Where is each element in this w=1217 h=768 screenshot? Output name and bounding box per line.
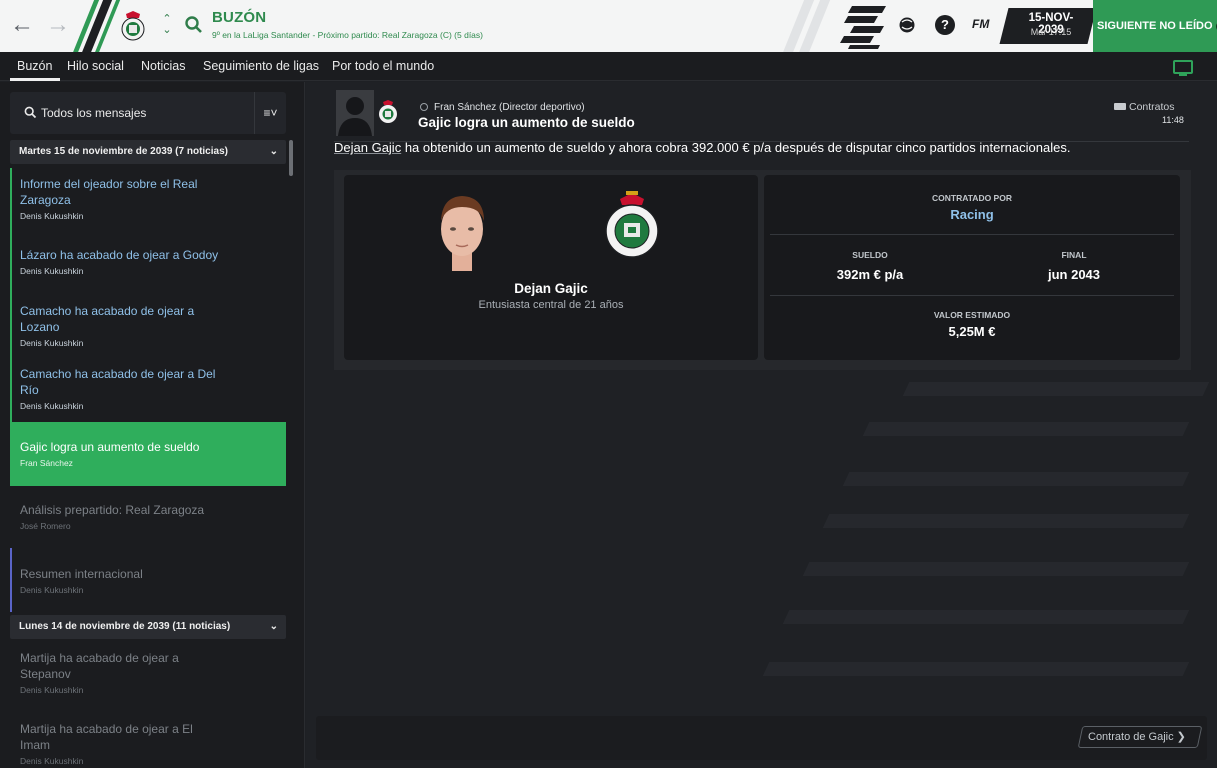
next-unread-button[interactable]: SIGUIENTE NO LEÍDO❯ [1093,0,1217,52]
message-view: Fran Sánchez (Director deportivo) Gajic … [306,82,1217,768]
message-time: 11:48 [1162,115,1184,125]
action-bar: Contrato de Gajic ❯ [316,716,1207,760]
player-description: Entusiasta central de 21 años [478,299,624,311]
decor-stripe [822,514,1190,528]
message-item[interactable]: Camacho ha acabado de ojear a Lozano Den… [10,295,286,357]
tag-icon [1114,103,1126,110]
message-item[interactable]: Martija ha acabado de ojear a El Imam De… [10,713,286,766]
message-title: Lázaro ha acabado de ojear a Godoy [20,248,219,262]
back-arrow-icon[interactable]: ← [10,12,36,38]
message-author: Denis Kukushkin [20,585,84,595]
message-item[interactable]: Resumen internacional Denis Kukushkin [10,558,286,612]
message-category: Contratos [1114,101,1175,113]
tab-inbox[interactable]: Buzón [17,59,52,73]
current-time: Mar 17:15 [1030,27,1072,37]
message-body: Dejan Gajic ha obtenido un aumento de su… [334,140,1071,155]
search-icon[interactable] [184,14,204,36]
player-panel[interactable]: Dejan Gajic Entusiasta central de 21 año… [344,175,758,360]
decor-stripe [862,422,1190,436]
message-item[interactable]: Análisis prepartido: Real Zaragoza José … [10,494,286,548]
message-item-selected[interactable]: Gajic logra un aumento de sueldo Fran Sá… [10,422,286,486]
tab-league-tracking[interactable]: Seguimiento de ligas [203,59,319,73]
page-subtitle: 9º en la LaLiga Santander - Próximo part… [212,30,483,40]
message-title: Análisis prepartido: Real Zaragoza [20,503,205,517]
date-group-header[interactable]: Martes 15 de noviembre de 2039 (7 notici… [10,140,286,164]
divider [770,295,1174,296]
player-name: Dejan Gajic [514,281,588,296]
divider [770,234,1174,235]
chevron-down-icon: ⌄ [269,146,278,157]
monitor-icon[interactable] [1173,60,1193,76]
message-filter-search[interactable]: Todos los mensajes [10,92,286,134]
player-link[interactable]: Dejan Gajic [334,140,401,155]
page-title: BUZÓN [212,9,267,26]
tab-social-feed[interactable]: Hilo social [67,59,124,73]
top-bar: ← → ⌃ ⌄ BUZÓN 9º en la LaLiga Santander -… [0,0,1217,52]
message-title: Resumen internacional [20,567,143,581]
message-author: Denis Kukushkin [20,338,84,348]
message-title: Camacho ha acabado de ojear a Del Río [20,367,216,397]
tab-news[interactable]: Noticias [141,59,185,73]
search-icon [24,106,37,119]
salary-label: SUELDO [852,250,888,260]
search-label: Todos los mensajes [41,106,147,120]
message-item[interactable]: Camacho ha acabado de ojear a Del Río De… [10,358,286,420]
chevron-down-icon: ⌄ [269,621,278,632]
message-title: Martija ha acabado de ojear a Stepanov [20,651,179,681]
tab-around-the-world[interactable]: Por todo el mundo [332,59,434,73]
message-author: Denis Kukushkin [20,211,84,221]
message-title: Gajic logra un aumento de sueldo [20,440,200,454]
view-contract-label[interactable]: Contrato de Gajic ❯ [1088,730,1186,743]
globe-icon[interactable] [897,15,917,35]
decor-stripe [762,662,1190,676]
message-author: Fran Sánchez [20,458,73,468]
estimated-value: 5,25M € [948,324,996,339]
message-author: Denis Kukushkin [20,756,84,766]
message-item[interactable]: Martija ha acabado de ojear a Stepanov D… [10,642,286,704]
help-icon[interactable]: ? [935,15,955,35]
inbox-sidebar: Todos los mensajes ≡˅ Martes 15 de novie… [0,82,305,768]
player-face-image [441,196,484,271]
next-unread-label: SIGUIENTE NO LEÍDO [1097,20,1213,32]
message-sender[interactable]: Fran Sánchez (Director deportivo) [420,102,585,113]
decor-stripe [782,610,1190,624]
club-crest-icon [379,100,397,123]
date-group-header[interactable]: Lunes 14 de noviembre de 2039 (11 notici… [10,615,286,639]
tab-bar: Buzón Hilo social Noticias Seguimiento d… [0,52,1217,81]
decor-stripe [802,562,1190,576]
message-title-heading: Gajic logra un aumento de sueldo [418,115,635,130]
message-title: Camacho ha acabado de ojear a Lozano [20,304,195,334]
message-title: Informe del ojeador sobre el Real Zarago… [20,177,198,207]
decor-stripe [842,472,1190,486]
contract-card: Dejan Gajic Entusiasta central de 21 año… [334,170,1191,370]
message-author: Denis Kukushkin [20,401,84,411]
date-group-label: Lunes 14 de noviembre de 2039 (11 notici… [19,621,231,632]
scrollbar[interactable] [289,140,293,176]
fm-logo-icon [840,6,886,49]
date-group-label: Martes 15 de noviembre de 2039 (7 notici… [19,146,228,157]
decor-stripe [902,382,1210,396]
contract-end-value: jun 2043 [1047,267,1101,282]
contract-end-label: FINAL [1061,250,1087,260]
salary-value: 392m € p/a [836,267,904,282]
message-title: Martija ha acabado de ojear a El Imam [20,722,193,752]
contracted-by-value[interactable]: Racing [764,207,1180,222]
message-item[interactable]: Lázaro ha acabado de ojear a Godoy Denis… [10,239,286,289]
sender-avatar [336,90,374,136]
estimated-value-label: VALOR ESTIMADO [933,310,1011,320]
message-author: José Romero [20,521,71,531]
active-tab-indicator [10,78,60,81]
contract-details: CONTRATADO POR Racing SUELDO 392m € p/a … [764,175,1180,360]
fm-menu-button[interactable]: FM [972,17,989,31]
person-icon [420,103,428,111]
message-item[interactable]: Informe del ojeador sobre el Real Zarago… [10,168,286,234]
forward-arrow-icon[interactable]: → [46,12,72,38]
club-crest-icon[interactable] [118,10,148,42]
filter-icon[interactable]: ≡˅ [254,92,286,134]
club-switch-arrows[interactable]: ⌃ ⌄ [160,14,174,38]
message-author: Denis Kukushkin [20,685,84,695]
contracted-by-label: CONTRATADO POR [932,193,1012,203]
club-crest-icon [605,191,659,258]
message-author: Denis Kukushkin [20,266,84,276]
